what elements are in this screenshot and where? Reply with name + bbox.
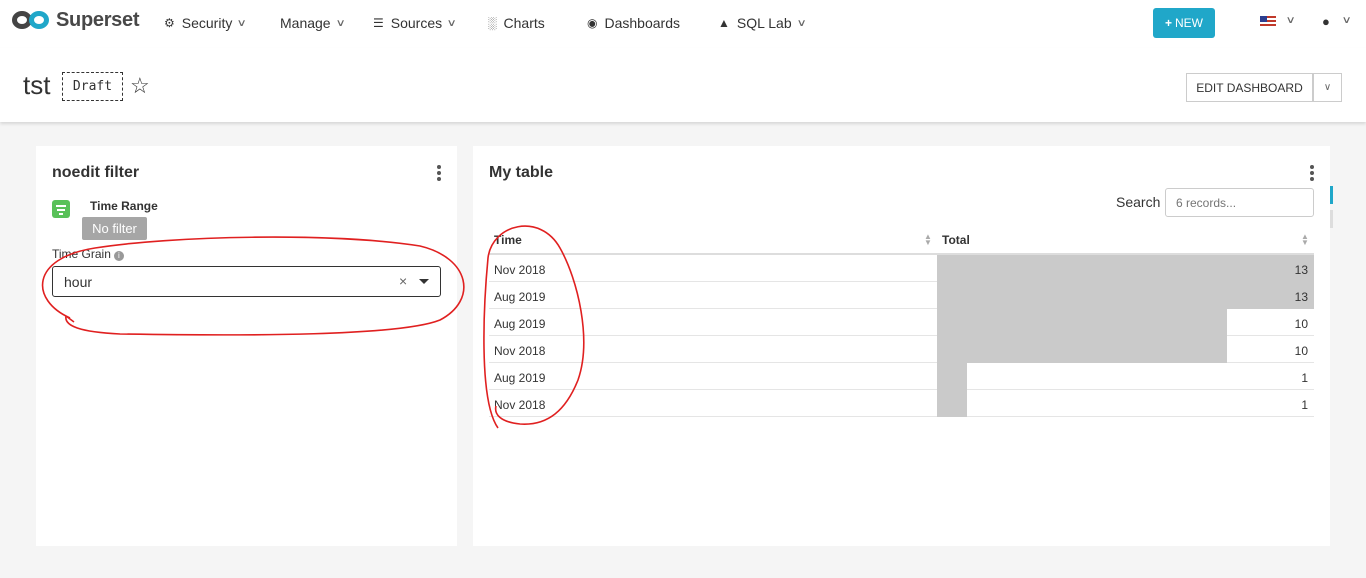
info-icon[interactable]: i (113, 251, 124, 261)
chevron-down-icon: ∨ (446, 17, 457, 29)
user-icon[interactable]: ● (1322, 14, 1330, 29)
dashboard-header: tst Draft ☆ EDIT DASHBOARD ∨ (0, 48, 1366, 122)
table-panel-title: My table (489, 164, 554, 181)
time-range-label: Time Range (90, 199, 158, 213)
nav-security[interactable]: ⚙ Security ∨ (164, 14, 248, 32)
edit-dropdown-chevron-icon[interactable]: ∨ (1313, 73, 1342, 102)
favorite-star-icon[interactable]: ☆ (130, 73, 150, 99)
cogs-icon: ⚙ (164, 16, 175, 30)
cell-total: 10 (1294, 344, 1308, 358)
cell-total-bar (937, 255, 1314, 282)
time-grain-label-wrap: Time Grain i (52, 247, 124, 261)
sort-icon[interactable]: ▲ ▼ (1301, 233, 1309, 247)
edit-dashboard-button[interactable]: EDIT DASHBOARD (1186, 73, 1313, 102)
user-chevron-down-icon[interactable]: ∨ (1342, 15, 1352, 26)
cell-total-bar (937, 309, 1227, 336)
new-button[interactable]: + NEW (1153, 8, 1215, 38)
cell-time: Nov 2018 (494, 263, 546, 277)
cell-time: Aug 2019 (494, 290, 546, 304)
table-row: Nov 2018 10 (489, 336, 1314, 363)
cell-total: 13 (1294, 290, 1308, 304)
cell-total: 1 (1301, 371, 1308, 385)
table-row: Aug 2019 10 (489, 309, 1314, 336)
superset-logo-icon (12, 8, 54, 32)
dashboard-icon: ◉ (587, 16, 598, 30)
table-panel: My table Search Time ▲▼ Total ▲▼ Nov 201… (473, 146, 1333, 546)
search-input[interactable] (1165, 188, 1314, 217)
brand-logo[interactable]: Superset (12, 8, 139, 32)
panel-menu-icon[interactable] (437, 165, 441, 183)
cell-total-bar (937, 336, 1227, 363)
search-label: Search (1116, 194, 1161, 210)
sort-icon[interactable]: ▲ ▼ (924, 233, 932, 247)
bar-chart-icon: ░ (488, 16, 497, 30)
cell-time: Nov 2018 (494, 344, 546, 358)
time-grain-select[interactable]: hour × (52, 266, 441, 297)
time-grain-label: Time Grain (52, 247, 111, 261)
nav-charts-label: Charts (503, 15, 545, 31)
navbar: Superset ⚙ Security ∨ Manage ∨ ☰ Sources… (0, 0, 1366, 48)
language-chevron-down-icon[interactable]: ∨ (1286, 15, 1296, 26)
table-row: Nov 2018 1 (489, 390, 1314, 417)
filter-panel-title: noedit filter (52, 164, 140, 181)
cell-total: 1 (1301, 398, 1308, 412)
cell-total-bar (937, 363, 967, 390)
draft-badge: Draft (62, 72, 123, 101)
database-icon: ☰ (373, 16, 384, 30)
dashboard-title[interactable]: tst (23, 70, 50, 101)
clear-icon[interactable]: × (399, 273, 407, 289)
nav-sources[interactable]: ☰ Sources ∨ (373, 14, 457, 32)
us-flag-icon[interactable] (1260, 16, 1276, 27)
scrollbar-track[interactable] (1330, 210, 1333, 228)
nav-manage-label: Manage (280, 15, 331, 31)
table-row: Aug 2019 13 (489, 282, 1314, 309)
scrollbar-thumb[interactable] (1330, 186, 1333, 204)
table-row: Aug 2019 1 (489, 363, 1314, 390)
caret-down-icon[interactable] (419, 279, 429, 284)
nav-sql-lab-label: SQL Lab (736, 15, 792, 31)
cell-time: Aug 2019 (494, 371, 546, 385)
table-row: Nov 2018 13 (489, 255, 1314, 282)
cell-time: Nov 2018 (494, 398, 546, 412)
nav-dashboards[interactable]: ◉ Dashboards (587, 14, 680, 32)
cell-total: 10 (1294, 317, 1308, 331)
nav-manage[interactable]: Manage ∨ (280, 14, 346, 32)
cell-total: 13 (1294, 263, 1308, 277)
cell-time: Aug 2019 (494, 317, 546, 331)
cell-total-bar (937, 282, 1314, 309)
flask-icon: ▲ (718, 16, 730, 30)
nav-charts[interactable]: ░ Charts (488, 14, 545, 32)
panel-menu-icon[interactable] (1310, 165, 1314, 183)
plus-icon: + (1164, 16, 1172, 30)
cell-total-bar (937, 390, 967, 417)
nav-security-label: Security (181, 15, 233, 31)
column-header-time[interactable]: Time (494, 233, 522, 247)
filter-icon (52, 200, 70, 218)
nav-dashboards-label: Dashboards (604, 15, 680, 31)
chevron-down-icon: ∨ (335, 17, 346, 29)
chevron-down-icon: ∨ (796, 17, 807, 29)
filter-panel: noedit filter Time Range No filter Time … (36, 146, 457, 546)
time-range-button[interactable]: No filter (82, 217, 147, 240)
time-grain-value: hour (64, 274, 93, 290)
nav-sql-lab[interactable]: ▲ SQL Lab ∨ (718, 14, 807, 32)
new-button-label: NEW (1175, 16, 1203, 30)
chevron-down-icon: ∨ (236, 17, 248, 29)
brand-name: Superset (56, 8, 140, 31)
column-header-total[interactable]: Total (942, 233, 970, 247)
nav-sources-label: Sources (390, 15, 443, 31)
